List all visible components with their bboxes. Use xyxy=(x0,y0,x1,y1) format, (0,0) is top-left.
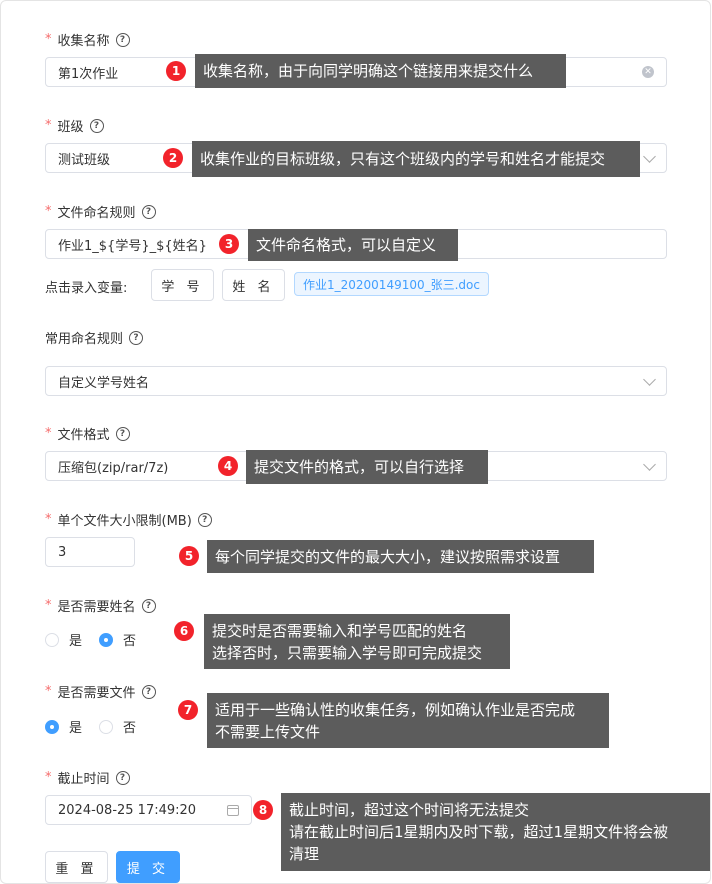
annotation-tooltip-5: 每个同学提交的文件的最大大小，建议按照需求设置 xyxy=(207,540,594,573)
deadline-label-text: 截止时间 xyxy=(57,772,110,787)
required-mark: * xyxy=(45,118,52,133)
annotation-tooltip-8: 截止时间，超过这个时间将无法提交 请在截止时间后1星期内及时下载，超过1星期文件… xyxy=(281,793,710,871)
need-file-label-text: 是否需要文件 xyxy=(57,686,136,701)
reset-button[interactable]: 重 置 xyxy=(45,851,108,883)
file-format-label: * 文件格式 ? xyxy=(45,424,130,443)
annotation-badge-3: 3 xyxy=(219,234,239,254)
filename-preview-tag: 作业1_20200149100_张三.doc xyxy=(294,272,489,296)
annotation-badge-2: 2 xyxy=(163,148,183,168)
need-name-yes-radio[interactable]: 是 xyxy=(45,630,82,649)
need-name-label: * 是否需要姓名 ? xyxy=(45,596,156,615)
radio-label: 否 xyxy=(123,721,137,736)
collection-name-label-text: 收集名称 xyxy=(57,34,110,49)
annotation-badge-1: 1 xyxy=(166,61,186,81)
annotation-tooltip-4: 提交文件的格式，可以自行选择 xyxy=(246,450,488,484)
insert-name-button[interactable]: 姓 名 xyxy=(222,269,285,301)
calendar-icon xyxy=(227,804,239,816)
annotation-badge-5: 5 xyxy=(179,546,199,566)
question-circle-icon[interactable]: ? xyxy=(115,32,130,47)
file-naming-rule-label: * 文件命名规则 ? xyxy=(45,202,156,221)
annotation-badge-4: 4 xyxy=(218,456,238,476)
question-circle-icon[interactable]: ? xyxy=(115,770,130,785)
annotation-text: 收集作业的目标班级，只有这个班级内的学号和姓名才能提交 xyxy=(200,150,606,168)
required-mark: * xyxy=(45,32,52,47)
file-naming-rule-label-text: 文件命名规则 xyxy=(57,206,136,221)
insert-student-id-label: 学 号 xyxy=(161,279,204,295)
required-mark: * xyxy=(45,512,52,527)
required-mark: * xyxy=(45,204,52,219)
common-naming-rule-label-text: 常用命名规则 xyxy=(45,332,124,347)
annotation-text: 每个同学提交的文件的最大大小，建议按照需求设置 xyxy=(215,547,561,566)
need-file-label: * 是否需要文件 ? xyxy=(45,682,156,701)
required-mark: * xyxy=(45,770,52,785)
class-label-text: 班级 xyxy=(57,120,84,135)
required-mark: * xyxy=(45,598,52,613)
annotation-text: 请在截止时间后1星期内及时下载，超过1星期文件将会被 xyxy=(289,823,669,841)
insert-name-label: 姓 名 xyxy=(232,279,275,295)
class-label: * 班级 ? xyxy=(45,116,104,135)
variables-label: 点击录入变量: xyxy=(45,277,127,296)
need-file-yes-radio[interactable]: 是 xyxy=(45,717,82,736)
annotation-tooltip-3: 文件命名格式，可以自定义 xyxy=(248,229,458,261)
deadline-picker[interactable]: 2024-08-25 17:49:20 xyxy=(45,795,252,825)
file-size-limit-value: 3 xyxy=(58,544,67,560)
submit-button-label: 提 交 xyxy=(126,861,170,877)
radio-label: 否 xyxy=(123,634,137,649)
required-mark: * xyxy=(45,426,52,441)
common-naming-rule-label: 常用命名规则 ? xyxy=(45,328,144,347)
filename-preview-text: 作业1_20200149100_张三.doc xyxy=(303,277,480,292)
collection-name-label: * 收集名称 ? xyxy=(45,30,130,49)
annotation-tooltip-7: 适用于一些确认性的收集任务，例如确认作业是否完成 不需要上传文件 xyxy=(207,693,609,748)
radio-label: 是 xyxy=(69,721,83,736)
need-name-no-radio[interactable]: 否 xyxy=(99,630,136,649)
annotation-text: 选择否时，只需要输入学号即可完成提交 xyxy=(212,643,483,662)
submit-button[interactable]: 提 交 xyxy=(116,851,180,883)
radio-circle xyxy=(45,719,59,734)
question-circle-icon[interactable]: ? xyxy=(129,330,144,345)
radio-circle xyxy=(99,719,113,734)
annotation-badge-6: 6 xyxy=(174,621,194,641)
required-mark: * xyxy=(45,684,52,699)
file-size-limit-input[interactable]: 3 xyxy=(45,537,135,567)
annotation-text: 截止时间，超过这个时间将无法提交 xyxy=(289,801,530,819)
need-name-label-text: 是否需要姓名 xyxy=(57,600,136,615)
file-format-label-text: 文件格式 xyxy=(57,428,110,443)
annotation-text: 提交文件的格式，可以自行选择 xyxy=(254,458,465,476)
clear-circle-icon[interactable]: ✕ xyxy=(642,66,654,78)
need-file-no-radio[interactable]: 否 xyxy=(99,717,136,736)
file-size-limit-label-text: 单个文件大小限制(MB) xyxy=(57,514,192,529)
insert-student-id-button[interactable]: 学 号 xyxy=(151,269,214,301)
deadline-value: 2024-08-25 17:49:20 xyxy=(58,802,197,818)
question-circle-icon[interactable]: ? xyxy=(141,204,156,219)
common-naming-rule-value: 自定义学号姓名 xyxy=(58,375,150,391)
annotation-text: 清理 xyxy=(289,845,320,863)
question-circle-icon[interactable]: ? xyxy=(141,598,156,613)
chevron-down-icon xyxy=(643,457,656,471)
annotation-text: 收集名称，由于向同学明确这个链接用来提交什么 xyxy=(203,62,534,80)
question-circle-icon[interactable]: ? xyxy=(89,118,104,133)
annotation-text: 文件命名格式，可以自定义 xyxy=(256,236,437,254)
radio-circle xyxy=(99,632,113,647)
file-size-limit-label: * 单个文件大小限制(MB) ? xyxy=(45,510,212,529)
radio-circle xyxy=(45,632,59,647)
chevron-down-icon xyxy=(643,149,656,163)
annotation-text: 适用于一些确认性的收集任务，例如确认作业是否完成 xyxy=(215,700,576,719)
annotation-text: 提交时是否需要输入和学号匹配的姓名 xyxy=(212,621,468,640)
radio-label: 是 xyxy=(69,634,83,649)
reset-button-label: 重 置 xyxy=(55,861,98,877)
annotation-text: 不需要上传文件 xyxy=(215,722,321,741)
question-circle-icon[interactable]: ? xyxy=(197,512,212,527)
question-circle-icon[interactable]: ? xyxy=(115,426,130,441)
variables-label-text: 点击录入变量: xyxy=(45,281,128,296)
annotation-tooltip-6: 提交时是否需要输入和学号匹配的姓名 选择否时，只需要输入学号即可完成提交 xyxy=(204,614,510,669)
question-circle-icon[interactable]: ? xyxy=(141,684,156,699)
annotation-badge-8: 8 xyxy=(253,800,273,820)
deadline-label: * 截止时间 ? xyxy=(45,768,130,787)
common-naming-rule-select[interactable]: 自定义学号姓名 xyxy=(45,366,667,396)
annotation-badge-7: 7 xyxy=(178,700,198,720)
chevron-down-icon xyxy=(643,372,656,386)
annotation-tooltip-2: 收集作业的目标班级，只有这个班级内的学号和姓名才能提交 xyxy=(192,141,640,177)
annotation-tooltip-1: 收集名称，由于向同学明确这个链接用来提交什么 xyxy=(195,54,566,88)
